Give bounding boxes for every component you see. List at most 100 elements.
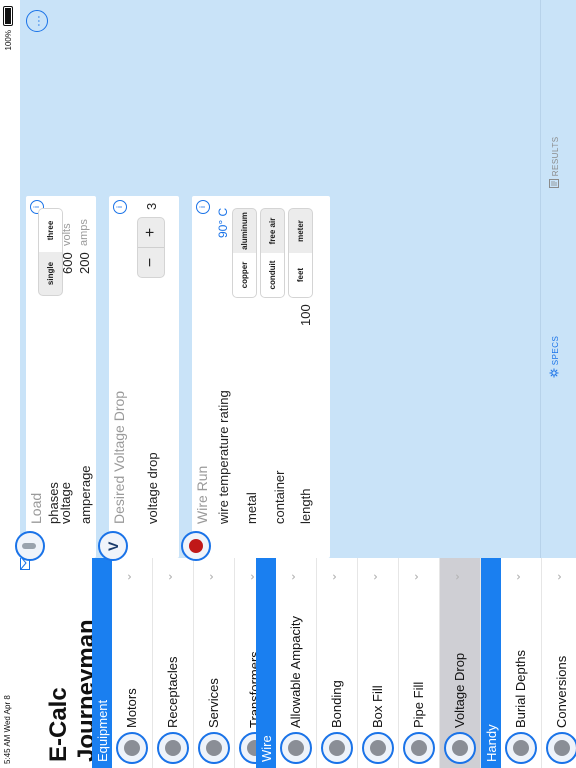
tab-specs[interactable]: SPECS — [549, 336, 560, 378]
container-free-air-option[interactable]: free air — [261, 209, 284, 253]
decrement-button[interactable]: − — [138, 248, 164, 277]
shovel-icon — [505, 732, 537, 764]
tab-results[interactable]: RESULTS — [549, 136, 560, 188]
chevron-icon: ⌄ — [407, 571, 421, 582]
section-header-equipment: Equipment — [92, 558, 112, 768]
voltage-drop-icon — [444, 732, 476, 764]
wire-run-card: Wire Run i wire temperature rating 90° C… — [181, 196, 330, 561]
sidebar-header: E-Calc Journeyman — [20, 556, 100, 768]
voltage-label: voltage — [58, 482, 73, 524]
container-label: container — [272, 470, 287, 524]
bonding-icon — [321, 732, 353, 764]
desired-voltage-drop-card: Desired Voltage Drop i voltage drop − + … — [98, 196, 179, 561]
metal-aluminum-option[interactable]: aluminum — [233, 209, 256, 253]
sidebar-item-conversions[interactable]: Conversions ⌄ — [542, 558, 576, 768]
increment-button[interactable]: + — [138, 218, 164, 248]
chevron-icon: ⌄ — [448, 571, 462, 582]
info-icon[interactable]: i — [196, 200, 210, 214]
sidebar: E-Calc Journeyman Equipment Motors ⌄ Rece… — [20, 556, 576, 768]
status-time: 5:45 AM Wed Apr 8 — [3, 695, 12, 764]
length-value[interactable]: 100 — [298, 304, 313, 326]
chevron-icon: ⌄ — [243, 571, 257, 582]
section-header-wire: Wire — [256, 558, 276, 768]
wire-run-card-title: Wire Run — [194, 465, 210, 524]
sidebar-item-label: Burial Depths — [513, 649, 528, 728]
length-meter-option[interactable]: meter — [289, 209, 312, 253]
section-header-handy: Handy — [481, 558, 501, 768]
voltage-drop-label: voltage drop — [145, 452, 160, 524]
bottom-tab-bar: SPECS RESULTS — [540, 0, 576, 558]
sidebar-item-label: Conversions — [554, 655, 569, 728]
battery-icon — [3, 6, 13, 26]
wire-temperature-label: wire temperature rating — [216, 390, 231, 524]
gear-icon — [549, 368, 559, 378]
desired-card-title: Desired Voltage Drop — [111, 390, 127, 524]
length-label: length — [298, 488, 313, 524]
sidebar-item-label: Pipe Fill — [411, 681, 426, 728]
voltage-unit: volts — [61, 223, 73, 246]
battery-percent: 100% — [3, 30, 13, 51]
sidebar-item-label: Allowable Ampacity — [288, 616, 303, 728]
tab-results-label: RESULTS — [551, 136, 560, 177]
info-icon[interactable]: i — [113, 200, 127, 214]
length-feet-option[interactable]: feet — [289, 253, 312, 297]
sidebar-item-motors[interactable]: Motors ⌄ — [112, 558, 153, 768]
voltage-value[interactable]: 600 — [60, 252, 75, 274]
voltage-drop-value: 3 — [144, 202, 159, 210]
sidebar-item-label: Receptacles — [165, 656, 180, 728]
ampacity-icon — [280, 732, 312, 764]
metal-segmented-control[interactable]: copper aluminum — [232, 208, 257, 298]
load-card: Load i phases single three voltage 600 v… — [15, 196, 96, 561]
sidebar-item-bonding[interactable]: Bonding ⌄ — [317, 558, 358, 768]
chevron-icon: ⌄ — [284, 571, 298, 582]
tab-specs-label: SPECS — [551, 335, 560, 366]
sidebar-item-label: Motors — [124, 688, 139, 728]
conversions-icon — [546, 732, 576, 764]
sidebar-item-label: Voltage Drop — [452, 652, 467, 728]
wire-temperature-value[interactable]: 90° C — [216, 208, 230, 238]
receptacle-icon — [157, 732, 189, 764]
voltage-drop-icon — [98, 531, 128, 561]
chevron-icon: ⌄ — [550, 571, 564, 582]
sidebar-item-label: Services — [206, 678, 221, 728]
amperage-label: amperage — [78, 465, 93, 524]
sidebar-item-receptacles[interactable]: Receptacles ⌄ — [153, 558, 194, 768]
amperage-value[interactable]: 200 — [77, 252, 92, 274]
service-icon — [198, 732, 230, 764]
voltage-drop-stepper[interactable]: − + — [137, 217, 165, 278]
sidebar-item-box-fill[interactable]: Box Fill ⌄ — [358, 558, 399, 768]
sidebar-item-voltage-drop[interactable]: Voltage Drop ⌄ — [440, 558, 481, 768]
sidebar-item-burial-depths[interactable]: Burial Depths ⌄ — [501, 558, 542, 768]
chevron-icon: ⌄ — [202, 571, 216, 582]
metal-label: metal — [244, 492, 259, 524]
length-unit-segmented-control[interactable]: feet meter — [288, 208, 313, 298]
sidebar-item-label: Box Fill — [370, 685, 385, 728]
document-icon — [549, 179, 559, 188]
motor-icon — [116, 732, 148, 764]
container-segmented-control[interactable]: conduit free air — [260, 208, 285, 298]
wire-spool-icon — [181, 531, 211, 561]
sidebar-item-label: Bonding — [329, 680, 344, 728]
bulb-icon — [15, 531, 45, 561]
pipe-fill-icon — [403, 732, 435, 764]
chevron-icon: ⌄ — [509, 571, 523, 582]
metal-copper-option[interactable]: copper — [233, 253, 256, 297]
chevron-icon: ⌄ — [366, 571, 380, 582]
sidebar-item-allowable-ampacity[interactable]: Allowable Ampacity ⌄ — [276, 558, 317, 768]
load-card-title: Load — [28, 492, 44, 524]
phase-three-option[interactable]: three — [39, 209, 62, 252]
amperage-unit: amps — [78, 219, 90, 246]
sidebar-item-services[interactable]: Services ⌄ — [194, 558, 235, 768]
main-panel: Voltage Drop ··· Load i phases single th… — [15, 0, 576, 561]
chevron-icon: ⌄ — [325, 571, 339, 582]
battery-indicator: 100% — [3, 6, 13, 50]
more-icon[interactable]: ··· — [26, 10, 48, 32]
box-fill-icon — [362, 732, 394, 764]
phase-single-option[interactable]: single — [39, 252, 62, 295]
chevron-icon: ⌄ — [161, 571, 175, 582]
sidebar-item-pipe-fill[interactable]: Pipe Fill ⌄ — [399, 558, 440, 768]
chevron-icon: ⌄ — [120, 571, 134, 582]
app-window: 5:45 AM Wed Apr 8 100% E-Calc Journeyman… — [0, 0, 576, 768]
status-bar: 5:45 AM Wed Apr 8 100% — [0, 0, 20, 768]
container-conduit-option[interactable]: conduit — [261, 253, 284, 297]
